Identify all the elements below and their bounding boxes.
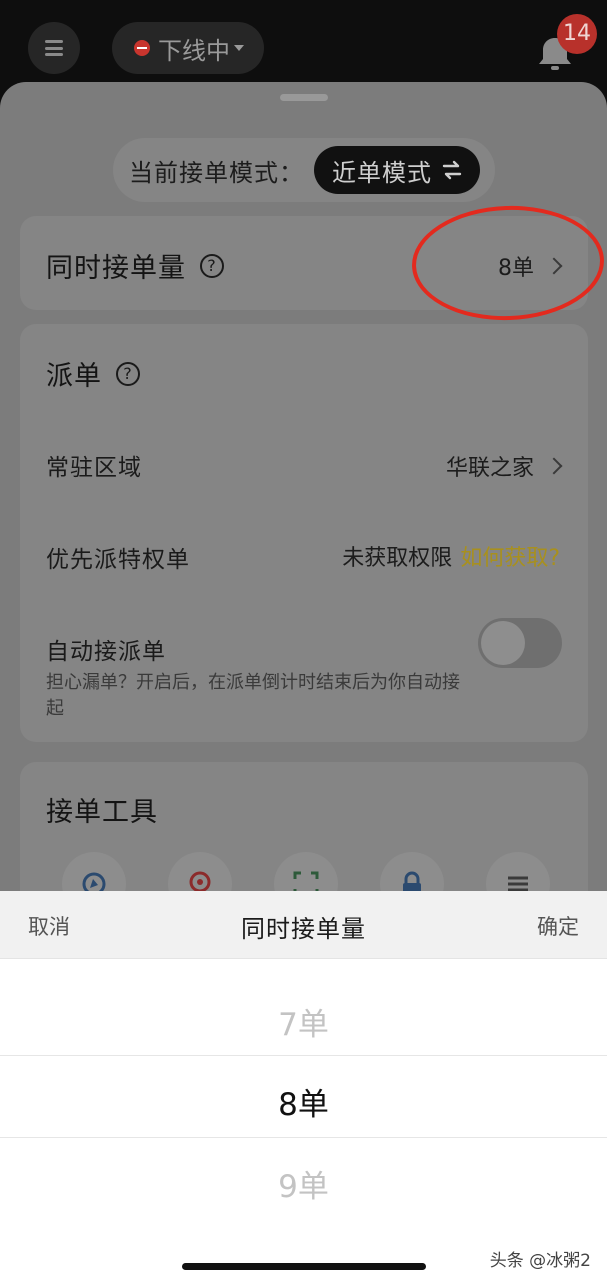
mode-label: 当前接单模式： bbox=[129, 158, 304, 187]
order-mode-bar: 当前接单模式： 近单模式 bbox=[113, 138, 495, 202]
swap-icon bbox=[442, 160, 462, 180]
home-area-value: 华联之家 bbox=[445, 456, 534, 481]
mode-switch-button[interactable]: 近单模式 bbox=[314, 146, 480, 194]
mode-value: 近单模式 bbox=[332, 158, 432, 187]
picker-header: 取消 同时接单量 确定 bbox=[0, 891, 607, 959]
order-tools-card: 接单工具 bbox=[20, 762, 588, 912]
caret-down-icon bbox=[234, 45, 244, 51]
watermark: 头条 @冰粥2 bbox=[489, 1251, 591, 1271]
status-label: 下线中 bbox=[158, 36, 230, 65]
concurrent-orders-picker: 取消 同时接单量 确定 7单 8单 9单 头条 @冰粥2 bbox=[0, 891, 607, 1280]
tools-title: 接单工具 bbox=[46, 797, 158, 828]
auto-accept-label: 自动接派单 bbox=[46, 639, 166, 665]
menu-icon bbox=[45, 40, 63, 56]
selection-line-bottom bbox=[0, 1137, 607, 1138]
home-area-label: 常驻区域 bbox=[46, 455, 142, 481]
help-icon[interactable]: ? bbox=[116, 361, 140, 386]
notification-badge: 14 bbox=[557, 14, 597, 54]
toggle-knob bbox=[481, 621, 525, 665]
help-icon[interactable]: ? bbox=[200, 253, 224, 278]
sheet-grabber[interactable] bbox=[280, 94, 328, 101]
dispatch-title: 派单 bbox=[46, 361, 102, 392]
concurrent-title: 同时接单量 bbox=[46, 253, 186, 284]
how-to-get-link[interactable]: 如何获取? bbox=[460, 540, 560, 572]
priority-status: 未获取权限 bbox=[342, 546, 453, 571]
menu-button[interactable] bbox=[28, 22, 80, 74]
online-status-toggle[interactable]: 下线中 bbox=[112, 22, 264, 74]
auto-accept-toggle[interactable] bbox=[478, 618, 562, 668]
picker-option-selected[interactable]: 8单 bbox=[0, 1079, 607, 1124]
top-bar: 下线中 14 bbox=[0, 0, 607, 90]
priority-orders-label: 优先派特权单 bbox=[46, 547, 190, 573]
confirm-button[interactable]: 确定 bbox=[537, 911, 579, 941]
chevron-right-icon bbox=[545, 457, 563, 475]
auto-accept-hint: 担心漏单？开启后，在派单倒计时结束后为你自动接起 bbox=[46, 672, 460, 719]
dispatch-card: 派单 ? 常驻区域 华联之家 优先派特权单 未获取权限 如何获取? 自动接派单 … bbox=[20, 324, 588, 742]
picker-option[interactable]: 9单 bbox=[0, 1161, 607, 1206]
notifications-button[interactable]: 14 bbox=[527, 14, 597, 82]
picker-title: 同时接单量 bbox=[241, 915, 366, 943]
picker-option[interactable]: 7单 bbox=[0, 999, 607, 1044]
home-indicator[interactable] bbox=[182, 1263, 426, 1270]
selection-line-top bbox=[0, 1055, 607, 1056]
offline-status-icon bbox=[134, 40, 150, 56]
